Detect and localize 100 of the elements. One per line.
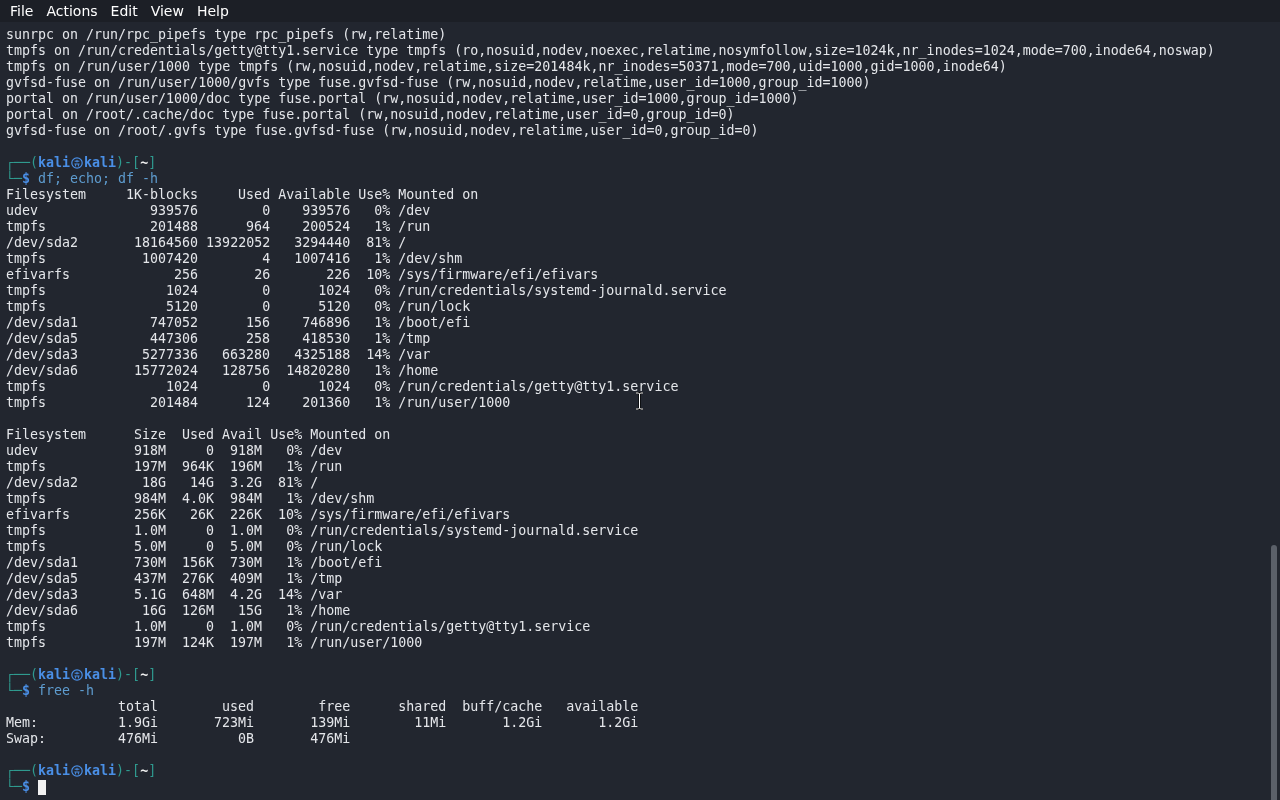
table-cell-text: 1% bbox=[285, 635, 303, 651]
table-cell-text: 418530 bbox=[301, 331, 351, 347]
table-cell-text: 0 bbox=[261, 299, 271, 315]
circled-symbol-icon bbox=[71, 765, 84, 777]
table-cell-text: 5277336 bbox=[141, 347, 199, 363]
table-cell-text: 10% bbox=[277, 507, 303, 523]
table-cell: /run/credentials/systemd-journald.service bbox=[310, 523, 639, 539]
table-cell-text: 476Mi bbox=[309, 731, 351, 747]
table-cell-text: 15772024 bbox=[133, 363, 199, 379]
terminal-line: gvfsd-fuse on /run/user/1000/gvfs type fuse.gvfsd-fuse (rw,nosuid,nodev,relatime,user_id=1000,group_id=1000) bbox=[6, 75, 872, 91]
table-cell-text: 14G bbox=[189, 475, 215, 491]
circled-symbol-icon bbox=[71, 669, 84, 681]
table-cell-text: 3.2G bbox=[229, 475, 263, 491]
table-cell-text: tmpfs bbox=[6, 283, 48, 299]
menu-item[interactable]: Help bbox=[196, 3, 229, 19]
table-cell: /run/credentials/getty@tty1.service bbox=[398, 379, 679, 395]
table-cell: /run/user/1000 bbox=[310, 635, 423, 651]
table-cell-text: 1% bbox=[285, 571, 303, 587]
table-cell-text: 14% bbox=[277, 587, 303, 603]
table-cell-text: 0% bbox=[373, 379, 391, 395]
scrollbar[interactable] bbox=[1271, 545, 1277, 800]
table-cell-text: 0 bbox=[205, 539, 215, 555]
column-header: 1K-blocks bbox=[126, 187, 199, 203]
table-cell-text: 156K bbox=[181, 555, 215, 571]
table-cell-text: 11Mi bbox=[413, 715, 447, 731]
table-cell: /dev bbox=[310, 443, 343, 459]
command-text: df; echo; df -h bbox=[38, 171, 159, 187]
table-cell-text: 1% bbox=[373, 395, 391, 411]
table-cell-text: 256 bbox=[173, 267, 199, 283]
prompt-line: ┌──(kali kali)-[~] bbox=[6, 763, 157, 779]
table-cell: /run/user/1000 bbox=[398, 395, 511, 411]
command-prompt: └─$ bbox=[6, 683, 31, 699]
table-cell-text: 0 bbox=[205, 523, 215, 539]
table-cell: /boot/efi bbox=[310, 555, 383, 571]
table-cell-text: /dev/sda1 bbox=[6, 555, 80, 571]
table-cell-text: 4325188 bbox=[293, 347, 351, 363]
table-cell: 5.0M bbox=[134, 539, 167, 555]
table-cell-text: 276K bbox=[181, 571, 215, 587]
table-cell: /run/lock bbox=[398, 299, 471, 315]
table-cell-text: tmpfs bbox=[6, 379, 48, 395]
table-cell-text: 1% bbox=[285, 491, 303, 507]
table-cell-text: 5.0M bbox=[229, 539, 263, 555]
table-cell: /dev/shm bbox=[310, 491, 375, 507]
table-cell-text: 1% bbox=[373, 363, 391, 379]
terminal-line: tmpfs on /run/credentials/getty@tty1.service type tmpfs (ro,nosuid,nodev,noexec,relatime,nosymfollow,size=1024k,nr_inodes=1024,mode=700,inode64,noswap) bbox=[6, 43, 1216, 59]
table-cell: 1.0M bbox=[134, 523, 167, 539]
table-cell-text: 0% bbox=[285, 523, 303, 539]
table-cell-text: /dev/sda5 bbox=[6, 571, 80, 587]
table-cell: /run bbox=[310, 459, 343, 475]
table-cell: 13922052 bbox=[206, 235, 271, 251]
table-cell-text: 1.0M bbox=[229, 619, 263, 635]
table-cell: /dev/shm bbox=[398, 251, 463, 267]
table-cell-text: 0 bbox=[261, 203, 271, 219]
menu-item[interactable]: Actions bbox=[46, 3, 98, 19]
table-cell: /dev bbox=[398, 203, 431, 219]
circled-symbol-icon bbox=[71, 157, 84, 169]
table-cell-text: tmpfs bbox=[6, 219, 48, 235]
row-label: Mem: bbox=[6, 715, 40, 731]
table-cell: / bbox=[398, 235, 407, 251]
column-header: shared bbox=[397, 699, 447, 715]
menu-item[interactable]: View bbox=[150, 3, 184, 19]
table-cell-text: /dev/sda1 bbox=[6, 315, 80, 331]
table-cell-text: 5120 bbox=[165, 299, 199, 315]
menu-item[interactable]: File bbox=[10, 3, 34, 19]
table-cell: 437M bbox=[134, 571, 167, 587]
table-cell: /boot/efi bbox=[398, 315, 471, 331]
table-cell-text: 0% bbox=[285, 619, 303, 635]
table-cell-text: tmpfs bbox=[6, 523, 48, 539]
table-cell-text: 0% bbox=[373, 203, 391, 219]
table-cell-text: 124 bbox=[245, 395, 271, 411]
menu-item[interactable]: Edit bbox=[110, 3, 138, 19]
column-header: Avail bbox=[222, 427, 263, 443]
table-cell-text: tmpfs bbox=[6, 395, 48, 411]
table-cell-text: tmpfs bbox=[6, 619, 48, 635]
table-cell-text: 984M bbox=[229, 491, 263, 507]
table-cell: /tmp bbox=[398, 331, 431, 347]
table-cell-text: 26 bbox=[253, 267, 271, 283]
table-cell-text: 964 bbox=[245, 219, 271, 235]
table-cell-text: efivarfs bbox=[6, 507, 72, 523]
table-cell-text: 0 bbox=[261, 283, 271, 299]
text-cursor bbox=[38, 779, 47, 795]
table-cell-text: udev bbox=[6, 443, 40, 459]
table-cell-text: 447306 bbox=[149, 331, 199, 347]
table-cell-text: 476Mi bbox=[117, 731, 159, 747]
table-cell-text: tmpfs bbox=[6, 491, 48, 507]
table-cell: 918M bbox=[134, 443, 167, 459]
terminal-line: portal on /root/.cache/doc type fuse.portal (rw,nosuid,nodev,relatime,user_id=0,group_id=0) bbox=[6, 107, 736, 123]
command-prompt: └─$ bbox=[6, 779, 31, 795]
table-cell-text: 1% bbox=[285, 459, 303, 475]
table-cell-text: 1024 bbox=[165, 283, 199, 299]
table-cell-text: 0 bbox=[205, 443, 215, 459]
table-cell-text: 4 bbox=[261, 251, 271, 267]
table-cell: /run/credentials/getty@tty1.service bbox=[310, 619, 591, 635]
prompt-line: ┌──(kali kali)-[~] bbox=[6, 667, 157, 683]
table-cell-text: 0% bbox=[285, 443, 303, 459]
table-cell-text: 939576 bbox=[301, 203, 351, 219]
table-cell-text: /dev/sda6 bbox=[6, 603, 80, 619]
column-header: buff/cache bbox=[461, 699, 543, 715]
column-header: available bbox=[565, 699, 639, 715]
table-cell: 984M bbox=[134, 491, 167, 507]
